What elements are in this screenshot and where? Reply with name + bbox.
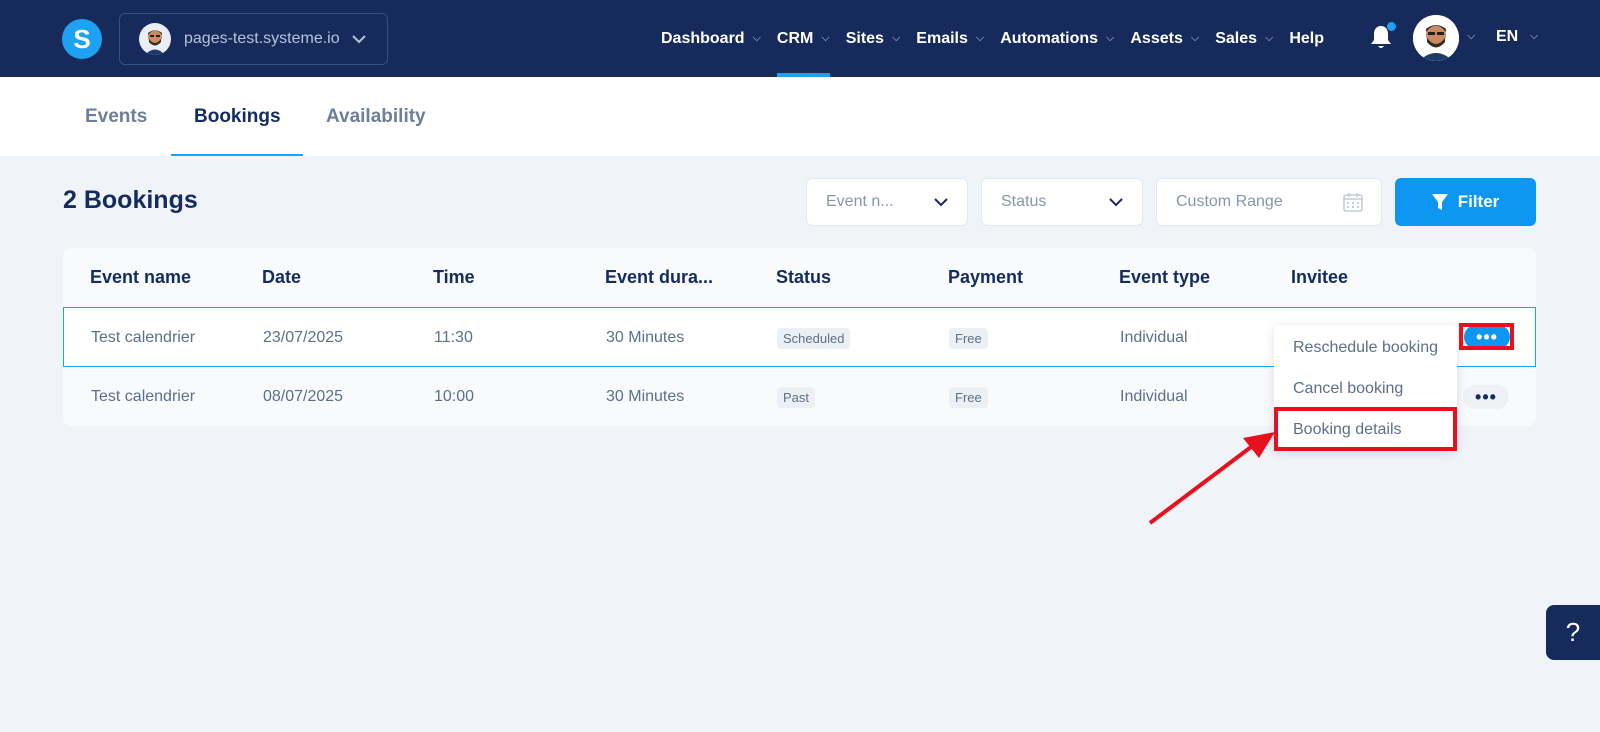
calendar-icon <box>1343 193 1363 212</box>
nav-label: Assets <box>1130 29 1183 47</box>
tab-bookings[interactable]: Bookings <box>171 77 303 156</box>
cell-event-type: Individual <box>1120 388 1188 405</box>
select-placeholder: Event n... <box>826 193 894 210</box>
payment-badge: Free <box>949 327 988 349</box>
help-button[interactable]: ? <box>1546 605 1600 660</box>
cell-duration: 30 Minutes <box>606 329 685 346</box>
site-switcher[interactable]: pages-test.systeme.io <box>119 13 388 65</box>
nav-help[interactable]: Help <box>1289 0 1324 77</box>
nav-emails[interactable]: Emails ⌵ <box>916 0 984 77</box>
nav-label: Dashboard <box>661 29 745 47</box>
row-actions-button[interactable]: ••• <box>1463 385 1509 409</box>
chevron-down-icon <box>934 198 948 207</box>
chevron-down-icon[interactable]: ⌵ <box>1467 30 1475 43</box>
cell-date: 23/07/2025 <box>263 329 344 346</box>
column-header[interactable]: Time <box>433 248 475 306</box>
filter-button-label: Filter <box>1457 192 1500 211</box>
column-header[interactable]: Event name <box>90 248 191 306</box>
select-placeholder: Custom Range <box>1176 193 1283 210</box>
cell-time: 10:00 <box>434 388 475 405</box>
date-range-input[interactable]: Custom Range <box>1156 178 1382 226</box>
main-nav: Dashboard ⌵ CRM ⌵ Sites ⌵ Emails ⌵ Automatio… <box>661 0 1340 77</box>
nav-sales[interactable]: Sales ⌵ <box>1215 0 1273 77</box>
top-navbar: S pages-test.systeme.io Dashboard ⌵ CRM ⌵ … <box>0 0 1600 77</box>
select-placeholder: Status <box>1001 193 1047 210</box>
nav-label: Sites <box>845 29 884 47</box>
tab-availability[interactable]: Availability <box>326 77 426 156</box>
chevron-down-icon: ⌵ <box>1190 32 1200 44</box>
cell-event-type: Individual <box>1120 329 1188 346</box>
nav-label: Emails <box>916 29 968 47</box>
nav-label: Sales <box>1215 29 1257 47</box>
systeme-logo[interactable]: S <box>62 19 102 59</box>
event-name-select[interactable]: Event n... <box>806 178 968 226</box>
column-header[interactable]: Status <box>776 248 831 306</box>
chevron-down-icon: ⌵ <box>891 32 901 44</box>
cell-payment: Free <box>949 308 988 368</box>
annotation-highlight-box <box>1274 407 1457 451</box>
site-name: pages-test.systeme.io <box>184 30 340 47</box>
status-select[interactable]: Status <box>981 178 1143 226</box>
payment-badge: Free <box>949 386 988 408</box>
menu-item-cancel[interactable]: Cancel booking <box>1293 380 1403 398</box>
language-selector[interactable]: EN <box>1496 28 1518 46</box>
page-title: 2 Bookings <box>63 186 198 214</box>
nav-assets[interactable]: Assets ⌵ <box>1130 0 1199 77</box>
cell-event-name: Test calendrier <box>91 388 196 405</box>
chevron-down-icon: ⌵ <box>975 32 985 44</box>
nav-label: Automations <box>1000 29 1099 47</box>
tab-events[interactable]: Events <box>85 77 147 156</box>
nav-crm[interactable]: CRM ⌵ <box>776 0 830 77</box>
annotation-highlight-box <box>1459 323 1514 350</box>
nav-label: Help <box>1289 29 1325 47</box>
cell-status: Past <box>777 367 816 427</box>
chevron-down-icon: ⌵ <box>821 32 830 44</box>
column-header[interactable]: Event dura... <box>605 248 713 306</box>
subtabs-bar: Events Bookings Availability <box>0 77 1600 156</box>
filter-button[interactable]: Filter <box>1395 178 1536 226</box>
nav-automations[interactable]: Automations ⌵ <box>1000 0 1114 77</box>
column-header[interactable]: Invitee <box>1291 248 1348 306</box>
cell-payment: Free <box>949 367 988 427</box>
menu-item-reschedule[interactable]: Reschedule booking <box>1293 339 1438 357</box>
site-avatar <box>139 23 171 55</box>
column-header[interactable]: Date <box>262 248 301 306</box>
chevron-down-icon <box>351 31 366 47</box>
avatar[interactable] <box>1413 15 1459 61</box>
column-header[interactable]: Payment <box>948 248 1023 306</box>
chevron-down-icon <box>1109 198 1123 207</box>
nav-dashboard[interactable]: Dashboard ⌵ <box>661 0 761 77</box>
status-badge: Scheduled <box>777 327 851 349</box>
annotation-arrow-icon <box>1148 432 1275 525</box>
chevron-down-icon: ⌵ <box>1265 32 1274 44</box>
cell-time: 11:30 <box>434 329 473 346</box>
nav-sites[interactable]: Sites ⌵ <box>846 0 901 77</box>
chevron-down-icon[interactable]: ⌵ <box>1530 30 1538 43</box>
chevron-down-icon: ⌵ <box>752 32 761 44</box>
notification-dot <box>1387 22 1396 31</box>
cell-event-name: Test calendrier <box>91 329 196 346</box>
nav-label: CRM <box>776 29 814 47</box>
chevron-down-icon: ⌵ <box>1106 32 1115 44</box>
status-badge: Past <box>777 386 816 408</box>
column-header[interactable]: Event type <box>1119 248 1210 306</box>
cell-status: Scheduled <box>777 308 851 368</box>
cell-date: 08/07/2025 <box>263 388 344 405</box>
funnel-icon <box>1431 194 1448 210</box>
cell-duration: 30 Minutes <box>606 388 685 405</box>
